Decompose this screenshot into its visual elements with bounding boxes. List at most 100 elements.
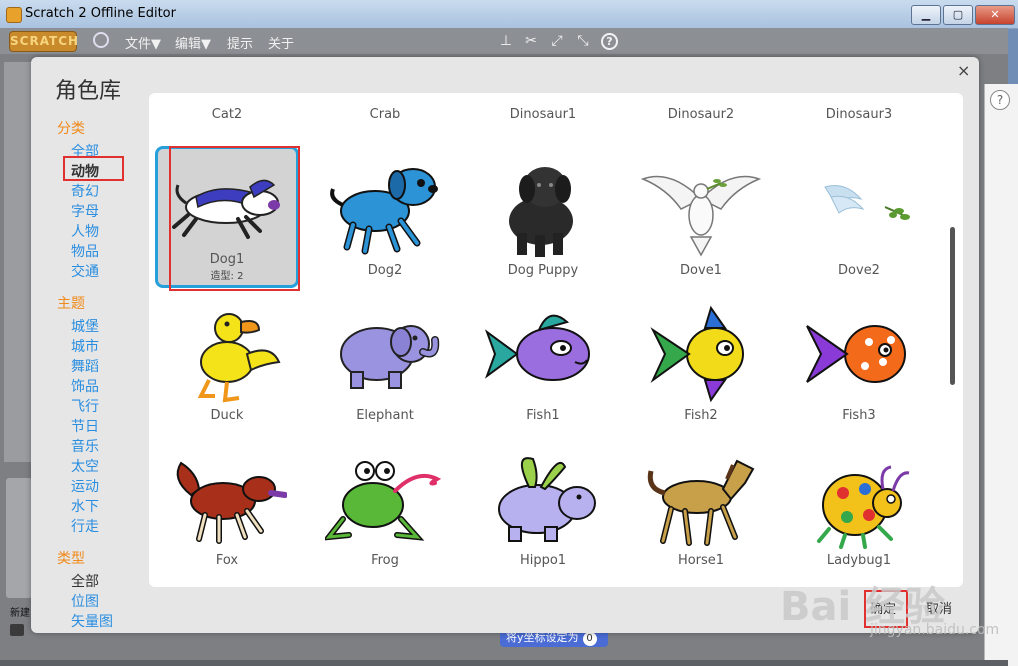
- window-titlebar: Scratch 2 Offline Editor ▁ ▢ ✕: [0, 0, 1018, 29]
- globe-icon[interactable]: [93, 32, 109, 48]
- sprite-label: Hippo1: [519, 553, 567, 568]
- frog-image: [325, 461, 442, 541]
- theme-sports[interactable]: 运动: [71, 476, 99, 496]
- sprite-library-dialog: 角色库 × 分类 全部 动物 奇幻 字母 人物 物品 交通 主题 城堡 城市 舞…: [31, 57, 979, 633]
- theme-walking[interactable]: 行走: [71, 516, 99, 536]
- sprite-tile-horse1[interactable]: Horse1: [631, 441, 771, 579]
- block-help-icon[interactable]: ?: [601, 33, 618, 50]
- sprite-tile-dog-puppy[interactable]: Dog Puppy: [473, 151, 613, 289]
- dove2-image: [824, 185, 910, 220]
- sprite-tile-dinosaur2[interactable]: Dinosaur2: [631, 93, 771, 122]
- sprite-panel-edge: [6, 478, 32, 598]
- sprite-tile-dinosaur3[interactable]: Dinosaur3: [789, 93, 929, 122]
- horse1-image: [647, 459, 755, 546]
- sprite-label: Fish1: [526, 408, 560, 423]
- sprite-tile-dove2[interactable]: Dove2: [789, 151, 929, 289]
- dialog-title: 角色库: [55, 79, 122, 104]
- type-all[interactable]: 全部: [71, 571, 99, 591]
- paint-new-sprite-icon[interactable]: [10, 624, 24, 636]
- sprite-tile-fish3[interactable]: Fish3: [789, 296, 929, 434]
- sprite-tile-cat2[interactable]: Cat2: [157, 93, 297, 122]
- sprite-tile-fish2[interactable]: Fish2: [631, 296, 771, 434]
- theme-dress-up[interactable]: 饰品: [71, 376, 99, 396]
- stage-area-edge: [4, 62, 32, 462]
- sprite-tile-fox[interactable]: Fox: [157, 441, 297, 579]
- help-icon[interactable]: ?: [990, 90, 1010, 110]
- type-vector[interactable]: 矢量图: [71, 611, 113, 631]
- sprite-label: Dove1: [680, 263, 722, 278]
- window-close-button[interactable]: ✕: [975, 5, 1015, 25]
- category-things[interactable]: 物品: [71, 241, 99, 261]
- sprite-tile-hippo1[interactable]: Hippo1: [473, 441, 613, 579]
- sprite-label: Duck: [210, 408, 244, 423]
- shrink-icon[interactable]: ⤡: [575, 33, 591, 49]
- elephant-image: [340, 325, 440, 389]
- theme-dance[interactable]: 舞蹈: [71, 356, 99, 376]
- theme-underwater[interactable]: 水下: [71, 496, 99, 516]
- sprite-label: Dinosaur2: [667, 107, 735, 122]
- menu-edit[interactable]: 编辑▼: [175, 33, 211, 52]
- hippo1-image: [498, 457, 596, 542]
- sprite-tile-duck[interactable]: Duck: [157, 296, 297, 434]
- duck-image: [197, 313, 281, 403]
- fish2-image: [650, 305, 744, 403]
- sprite-label: Crab: [369, 107, 401, 122]
- sprite-label: Fish2: [684, 408, 718, 423]
- category-people[interactable]: 人物: [71, 221, 99, 241]
- category-fantasy[interactable]: 奇幻: [71, 181, 99, 201]
- category-letters[interactable]: 字母: [71, 201, 99, 221]
- duplicate-stamp-icon[interactable]: ⊥: [498, 33, 514, 49]
- sprite-label: Fox: [215, 553, 239, 568]
- theme-holiday[interactable]: 节日: [71, 416, 99, 436]
- dialog-close-icon[interactable]: ×: [957, 61, 970, 80]
- fox-image: [176, 461, 287, 544]
- sprite-tile-dove1[interactable]: Dove1: [631, 151, 771, 289]
- annotation-box-animals: [63, 156, 124, 181]
- menu-file[interactable]: 文件▼: [125, 33, 161, 52]
- sprite-tile-crab[interactable]: Crab: [315, 93, 455, 122]
- fish1-image: [484, 314, 590, 381]
- ladybug1-image: [817, 465, 910, 549]
- sprite-grid: Cat2 Crab Dinosaur1 Dinosaur2 Dinosaur3: [149, 93, 963, 587]
- category-transport[interactable]: 交通: [71, 261, 99, 281]
- sprite-tile-dinosaur1[interactable]: Dinosaur1: [473, 93, 613, 122]
- dog2-image: [330, 168, 438, 255]
- scripts-area-edge: [984, 84, 1018, 666]
- theme-castle[interactable]: 城堡: [71, 316, 99, 336]
- sprite-tile-frog[interactable]: Frog: [315, 441, 455, 579]
- theme-city[interactable]: 城市: [71, 336, 99, 356]
- sprite-grid-scrollbar[interactable]: [950, 227, 955, 385]
- scratch-app-icon: [6, 7, 22, 23]
- theme-flying[interactable]: 飞行: [71, 396, 99, 416]
- watermark-url: jingyan.baidu.com: [870, 622, 1000, 638]
- set-y-block-value[interactable]: 0: [582, 632, 597, 646]
- sprite-tile-ladybug1[interactable]: Ladybug1: [789, 441, 929, 579]
- types-heading: 类型: [57, 551, 85, 567]
- themes-heading: 主题: [57, 296, 85, 312]
- sprite-label: Horse1: [677, 553, 725, 568]
- sprite-label: Ladybug1: [826, 553, 892, 568]
- menubar: SCRATCH 文件▼ 编辑▼ 提示 关于 ⊥ ✂ ⤢ ⤡ ?: [0, 28, 1008, 54]
- type-bitmap[interactable]: 位图: [71, 591, 99, 611]
- theme-music[interactable]: 音乐: [71, 436, 99, 456]
- sprite-label: Dog2: [367, 263, 403, 278]
- grow-icon[interactable]: ⤢: [549, 33, 565, 49]
- minimize-button[interactable]: ▁: [911, 5, 941, 25]
- sprite-label: Elephant: [356, 408, 414, 423]
- scratch-logo[interactable]: SCRATCH: [9, 31, 78, 52]
- dog-puppy-image: [509, 167, 573, 257]
- sprite-label: Dove2: [838, 263, 880, 278]
- sprite-tile-dog2[interactable]: Dog2: [315, 151, 455, 289]
- maximize-button[interactable]: ▢: [943, 5, 973, 25]
- sprite-tile-fish1[interactable]: Fish1: [473, 296, 613, 434]
- categories-heading: 分类: [57, 121, 85, 137]
- menu-tips[interactable]: 提示: [227, 33, 253, 52]
- sprite-label: Fish3: [842, 408, 876, 423]
- bottom-bar: [0, 660, 1008, 666]
- sprite-tile-elephant[interactable]: Elephant: [315, 296, 455, 434]
- cut-scissors-icon[interactable]: ✂: [523, 33, 539, 49]
- new-sprite-label: 新建: [10, 608, 30, 619]
- menu-about[interactable]: 关于: [268, 33, 294, 52]
- theme-space[interactable]: 太空: [71, 456, 99, 476]
- dove1-image: [641, 175, 761, 257]
